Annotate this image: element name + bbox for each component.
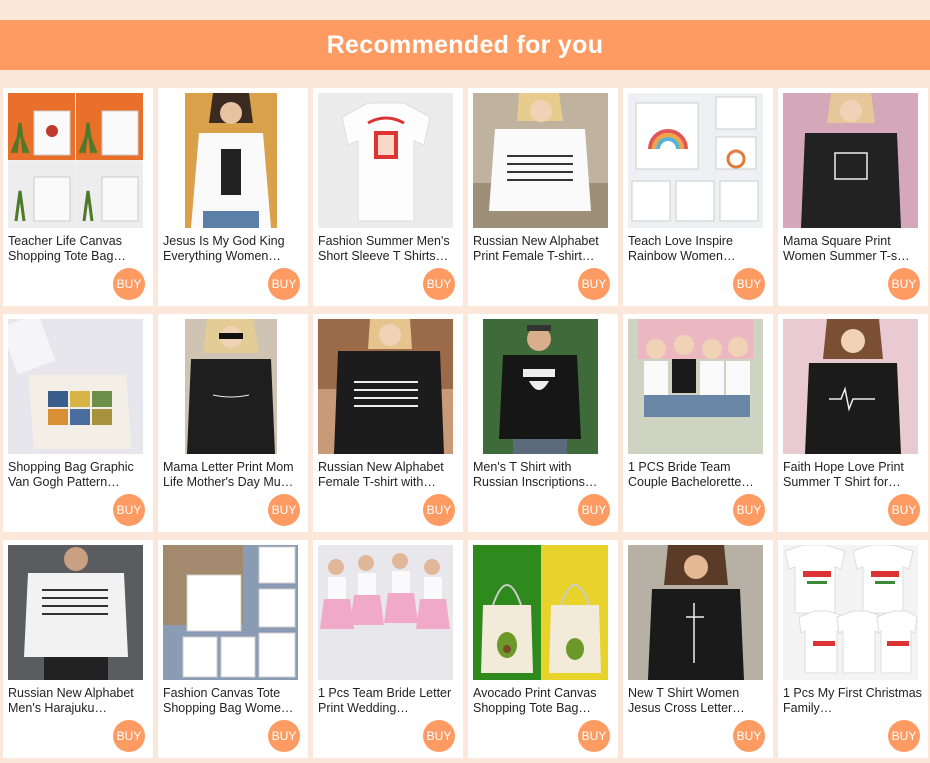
product-card[interactable]: Mama Letter Print Mom Life Mother's Day …: [158, 314, 308, 532]
product-image[interactable]: [473, 319, 608, 454]
product-image[interactable]: [628, 545, 763, 680]
buy-button[interactable]: BUY: [113, 268, 145, 300]
product-title[interactable]: 1 Pcs Team Bride Letter Print Wedding…: [318, 686, 458, 716]
buy-button[interactable]: BUY: [268, 268, 300, 300]
product-title[interactable]: 1 Pcs My First Christmas Family…: [783, 686, 923, 716]
buy-button[interactable]: BUY: [113, 494, 145, 526]
product-title[interactable]: Fashion Summer Men's Short Sleeve T Shir…: [318, 234, 458, 264]
product-title[interactable]: Avocado Print Canvas Shopping Tote Bag…: [473, 686, 613, 716]
buy-button[interactable]: BUY: [113, 720, 145, 752]
product-image[interactable]: [473, 545, 608, 680]
buy-button[interactable]: BUY: [423, 494, 455, 526]
product-image[interactable]: [783, 545, 918, 680]
product-title[interactable]: Jesus Is My God King Everything Women…: [163, 234, 303, 264]
buy-button[interactable]: BUY: [733, 720, 765, 752]
recommended-header: Recommended for you: [0, 20, 930, 70]
product-image[interactable]: [783, 319, 918, 454]
buy-button[interactable]: BUY: [578, 494, 610, 526]
product-card[interactable]: 1 Pcs Team Bride Letter Print Wedding… B…: [313, 540, 463, 758]
product-title[interactable]: Teacher Life Canvas Shopping Tote Bag…: [8, 234, 148, 264]
product-card[interactable]: Russian New Alphabet Print Female T-shir…: [468, 88, 618, 306]
buy-button[interactable]: BUY: [268, 494, 300, 526]
product-card[interactable]: 1 PCS Bride Team Couple Bachelorette… BU…: [623, 314, 773, 532]
product-card[interactable]: Shopping Bag Graphic Van Gogh Pattern… B…: [3, 314, 153, 532]
product-grid: Teacher Life Canvas Shopping Tote Bag… B…: [3, 88, 928, 758]
product-card[interactable]: Russian New Alphabet Female T-shirt with…: [313, 314, 463, 532]
product-title[interactable]: Men's T Shirt with Russian Inscriptions…: [473, 460, 613, 490]
product-card[interactable]: Men's T Shirt with Russian Inscriptions……: [468, 314, 618, 532]
product-card[interactable]: Mama Square Print Women Summer T-s… BUY: [778, 88, 928, 306]
buy-button[interactable]: BUY: [733, 494, 765, 526]
product-card[interactable]: Avocado Print Canvas Shopping Tote Bag… …: [468, 540, 618, 758]
buy-button[interactable]: BUY: [268, 720, 300, 752]
product-image[interactable]: [8, 93, 143, 228]
product-card[interactable]: New T Shirt Women Jesus Cross Letter… BU…: [623, 540, 773, 758]
product-image[interactable]: [163, 93, 298, 228]
product-title[interactable]: New T Shirt Women Jesus Cross Letter…: [628, 686, 768, 716]
product-title[interactable]: Faith Hope Love Print Summer T Shirt for…: [783, 460, 923, 490]
buy-button[interactable]: BUY: [733, 268, 765, 300]
buy-button[interactable]: BUY: [578, 268, 610, 300]
product-card[interactable]: Faith Hope Love Print Summer T Shirt for…: [778, 314, 928, 532]
product-image[interactable]: [8, 545, 143, 680]
product-title[interactable]: Russian New Alphabet Female T-shirt with…: [318, 460, 458, 490]
product-image[interactable]: [8, 319, 143, 454]
product-title[interactable]: 1 PCS Bride Team Couple Bachelorette…: [628, 460, 768, 490]
product-card[interactable]: Teach Love Inspire Rainbow Women… BUY: [623, 88, 773, 306]
product-image[interactable]: [628, 93, 763, 228]
product-image[interactable]: [473, 93, 608, 228]
product-card[interactable]: Teacher Life Canvas Shopping Tote Bag… B…: [3, 88, 153, 306]
buy-button[interactable]: BUY: [888, 494, 920, 526]
product-card[interactable]: 1 Pcs My First Christmas Family… BUY: [778, 540, 928, 758]
product-image[interactable]: [318, 545, 453, 680]
product-title[interactable]: Russian New Alphabet Print Female T-shir…: [473, 234, 613, 264]
product-image[interactable]: [628, 319, 763, 454]
product-card[interactable]: Fashion Summer Men's Short Sleeve T Shir…: [313, 88, 463, 306]
product-title[interactable]: Teach Love Inspire Rainbow Women…: [628, 234, 768, 264]
product-title[interactable]: Russian New Alphabet Men's Harajuku…: [8, 686, 148, 716]
buy-button[interactable]: BUY: [423, 720, 455, 752]
buy-button[interactable]: BUY: [423, 268, 455, 300]
product-title[interactable]: Shopping Bag Graphic Van Gogh Pattern…: [8, 460, 148, 490]
product-card[interactable]: Fashion Canvas Tote Shopping Bag Wome… B…: [158, 540, 308, 758]
product-image[interactable]: [318, 93, 453, 228]
product-card[interactable]: Russian New Alphabet Men's Harajuku… BUY: [3, 540, 153, 758]
product-title[interactable]: Fashion Canvas Tote Shopping Bag Wome…: [163, 686, 303, 716]
product-card[interactable]: Jesus Is My God King Everything Women… B…: [158, 88, 308, 306]
product-image[interactable]: [318, 319, 453, 454]
buy-button[interactable]: BUY: [578, 720, 610, 752]
product-image[interactable]: [163, 319, 298, 454]
buy-button[interactable]: BUY: [888, 268, 920, 300]
section-title: Recommended for you: [326, 30, 604, 59]
buy-button[interactable]: BUY: [888, 720, 920, 752]
product-image[interactable]: [163, 545, 298, 680]
product-title[interactable]: Mama Letter Print Mom Life Mother's Day …: [163, 460, 303, 490]
product-image[interactable]: [783, 93, 918, 228]
product-title[interactable]: Mama Square Print Women Summer T-s…: [783, 234, 923, 264]
